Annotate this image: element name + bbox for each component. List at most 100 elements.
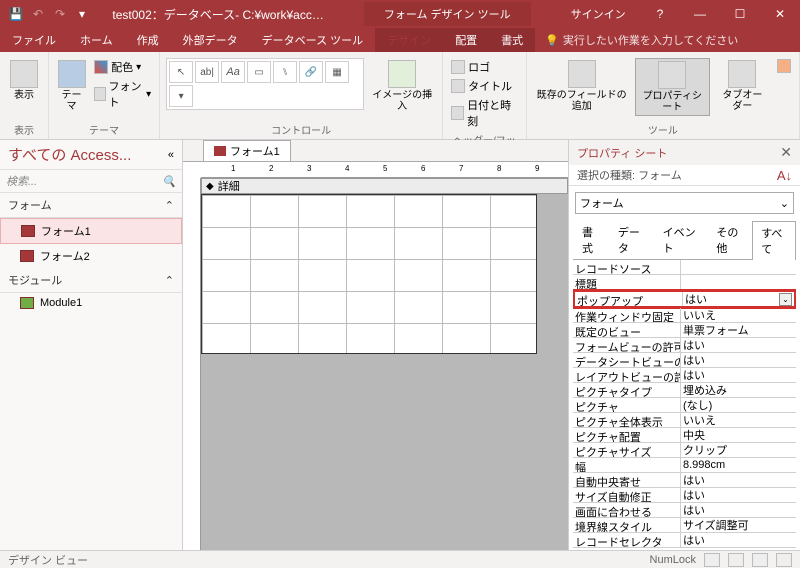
detail-section-header[interactable]: ◆詳細	[201, 178, 568, 194]
tab-home[interactable]: ホーム	[68, 28, 125, 52]
pointer-icon[interactable]: ↖	[169, 61, 193, 83]
property-value[interactable]: はい	[681, 353, 796, 367]
property-row[interactable]: ピクチャ配置中央	[573, 428, 796, 443]
view-form-icon[interactable]	[704, 553, 720, 567]
datetime-button[interactable]: 日付と時刻	[449, 96, 520, 130]
view-layout-icon[interactable]	[752, 553, 768, 567]
view-datasheet-icon[interactable]	[728, 553, 744, 567]
tab-design[interactable]: デザイン	[375, 28, 443, 52]
redo-icon[interactable]: ↷	[50, 4, 70, 24]
property-row[interactable]: レコードソース	[573, 260, 796, 275]
colors-button[interactable]: 配色▾	[92, 58, 153, 76]
nav-search-input[interactable]: 検索...🔍	[0, 170, 182, 193]
view-design-icon[interactable]	[776, 553, 792, 567]
logo-button[interactable]: ロゴ	[449, 58, 520, 76]
property-value[interactable]: はい	[681, 473, 796, 487]
tools-misc-icon[interactable]	[775, 58, 793, 74]
property-row[interactable]: 作業ウィンドウ固定いいえ	[573, 308, 796, 323]
ps-tab-all[interactable]: すべて	[752, 221, 796, 260]
property-row[interactable]: ピクチャタイプ埋め込み	[573, 383, 796, 398]
tab-icon[interactable]: ⑊	[273, 61, 297, 83]
property-value[interactable]: 中央	[681, 428, 796, 442]
property-value[interactable]: (なし)	[681, 398, 796, 412]
property-value[interactable]: いいえ	[681, 413, 796, 427]
more-icon[interactable]: ▾	[169, 85, 193, 107]
tab-file[interactable]: ファイル	[0, 28, 68, 52]
tab-create[interactable]: 作成	[125, 28, 171, 52]
controls-gallery[interactable]: ↖ ab| Aa ▭ ⑊ 🔗 ▦ ▾	[166, 58, 364, 110]
ps-tab-other[interactable]: その他	[707, 220, 752, 259]
form-design-canvas[interactable]: 123456789 ◆詳細	[183, 162, 568, 550]
undo-icon[interactable]: ↶	[28, 4, 48, 24]
ps-tab-format[interactable]: 書式	[573, 220, 609, 259]
fonts-button[interactable]: フォント▾	[92, 77, 153, 111]
property-value[interactable]: いいえ	[681, 308, 796, 322]
nav-item-module1[interactable]: Module1	[0, 293, 182, 313]
property-value[interactable]: はい	[681, 338, 796, 352]
view-button[interactable]: 表示	[6, 58, 42, 103]
property-value[interactable]	[681, 275, 796, 289]
property-row[interactable]: サイズ自動修正はい	[573, 488, 796, 503]
property-value[interactable]: はい	[681, 533, 796, 547]
property-value[interactable]: はい	[681, 488, 796, 502]
help-icon[interactable]: ?	[640, 0, 680, 28]
property-row[interactable]: フォームビューの許可はい	[573, 338, 796, 353]
title-button[interactable]: タイトル	[449, 77, 520, 95]
property-value[interactable]: はい	[681, 503, 796, 517]
nav-icon[interactable]: ▦	[325, 61, 349, 83]
label-icon[interactable]: Aa	[221, 61, 245, 83]
property-value[interactable]: 8.998cm	[681, 458, 796, 472]
object-selector-combo[interactable]: フォーム⌄	[575, 192, 794, 214]
tab-arrange[interactable]: 配置	[443, 28, 489, 52]
sort-icon[interactable]: A↓	[777, 168, 792, 183]
nav-title[interactable]: すべての Access...	[8, 144, 131, 165]
qat-customize-icon[interactable]: ▾	[72, 4, 92, 24]
property-value[interactable]: クリップ	[681, 443, 796, 457]
ps-tab-event[interactable]: イベント	[654, 220, 708, 259]
tab-order-button[interactable]: タブオーダー	[714, 58, 771, 114]
property-row[interactable]: ポップアップはい⌄	[573, 289, 796, 309]
property-row[interactable]: ピクチャ(なし)	[573, 398, 796, 413]
property-row[interactable]: 境界線スタイルサイズ調整可	[573, 518, 796, 533]
property-value[interactable]: はい	[681, 368, 796, 382]
textbox-icon[interactable]: ab|	[195, 61, 219, 83]
button-icon[interactable]: ▭	[247, 61, 271, 83]
tell-me-search[interactable]: 💡 実行したい作業を入力してください	[535, 28, 800, 52]
save-icon[interactable]: 💾	[6, 4, 26, 24]
document-tab-form1[interactable]: フォーム1	[203, 140, 291, 161]
insert-image-button[interactable]: イメージの挿入	[368, 58, 436, 114]
property-row[interactable]: データシートビューの許可はい	[573, 353, 796, 368]
tab-external[interactable]: 外部データ	[171, 28, 250, 52]
tab-format[interactable]: 書式	[489, 28, 535, 52]
property-row[interactable]: 画面に合わせるはい	[573, 503, 796, 518]
property-value[interactable]	[681, 260, 796, 274]
property-row[interactable]: ピクチャサイズクリップ	[573, 443, 796, 458]
nav-item-form2[interactable]: フォーム2	[0, 244, 182, 268]
property-value[interactable]: サイズ調整可	[681, 518, 796, 532]
property-value[interactable]: はい⌄	[683, 292, 794, 306]
property-row[interactable]: 標題	[573, 275, 796, 290]
property-grid[interactable]: レコードソース標題ポップアップはい⌄作業ウィンドウ固定いいえ既定のビュー単票フォ…	[573, 260, 796, 550]
nav-group-forms[interactable]: フォーム⌃	[0, 193, 182, 218]
property-row[interactable]: レコードセレクタはい	[573, 533, 796, 548]
close-icon[interactable]: ✕	[760, 0, 800, 28]
add-fields-button[interactable]: 既存のフィールドの追加	[533, 58, 631, 114]
signin-link[interactable]: サインイン	[571, 6, 626, 22]
property-row[interactable]: レイアウトビューの許可はい	[573, 368, 796, 383]
tab-dbtools[interactable]: データベース ツール	[250, 28, 376, 52]
dropdown-icon[interactable]: ⌄	[779, 293, 792, 306]
nav-item-form1[interactable]: フォーム1	[0, 218, 182, 244]
property-row[interactable]: ピクチャ全体表示いいえ	[573, 413, 796, 428]
form-detail-grid[interactable]	[201, 194, 537, 354]
maximize-icon[interactable]: ☐	[720, 0, 760, 28]
nav-collapse-icon[interactable]: «	[168, 149, 174, 161]
property-sheet-button[interactable]: プロパティシート	[635, 58, 710, 116]
minimize-icon[interactable]: —	[680, 0, 720, 28]
link-icon[interactable]: 🔗	[299, 61, 323, 83]
propsheet-close-icon[interactable]: ✕	[780, 144, 792, 161]
property-row[interactable]: 自動中央寄せはい	[573, 473, 796, 488]
themes-button[interactable]: テーマ	[55, 58, 88, 114]
property-value[interactable]: 埋め込み	[681, 383, 796, 397]
ps-tab-data[interactable]: データ	[609, 220, 654, 259]
nav-group-modules[interactable]: モジュール⌃	[0, 268, 182, 293]
